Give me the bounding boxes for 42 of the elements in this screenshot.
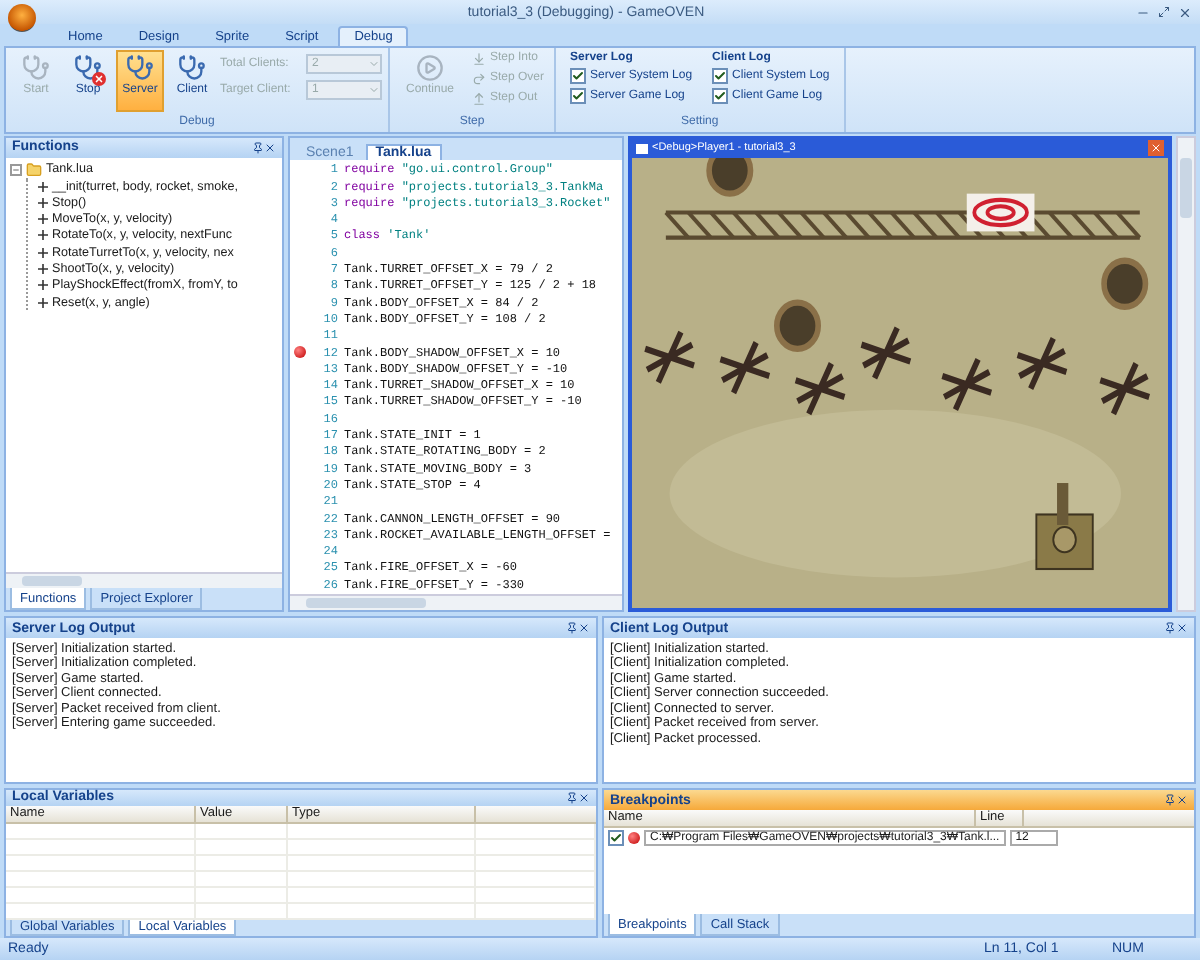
scrollbar[interactable] [1176, 135, 1196, 613]
checkbox[interactable] [570, 87, 587, 104]
method-icon [38, 230, 48, 241]
stethoscope-icon [178, 53, 206, 82]
method-icon [38, 264, 48, 275]
close-icon[interactable] [578, 791, 590, 804]
method-icon [38, 214, 48, 225]
step-icon [472, 51, 486, 66]
method-icon [38, 247, 48, 258]
checkbox[interactable] [712, 87, 729, 104]
pin-icon[interactable] [566, 791, 578, 804]
method-icon [38, 297, 48, 308]
checkbox[interactable] [712, 67, 729, 84]
checkbox[interactable] [570, 67, 587, 84]
pin-icon[interactable] [1164, 794, 1176, 807]
collapse-icon[interactable] [10, 163, 22, 176]
close-icon[interactable] [264, 141, 276, 154]
stethoscope-icon [22, 53, 50, 82]
folder-icon [26, 161, 42, 178]
stethoscope-icon [126, 53, 154, 82]
stethoscope-icon [74, 53, 102, 82]
method-icon [38, 280, 48, 291]
close-icon[interactable] [1176, 794, 1188, 807]
close-icon[interactable] [1176, 622, 1188, 635]
method-icon [38, 197, 48, 208]
app-orb-button[interactable] [8, 4, 36, 32]
step-icon [472, 91, 486, 106]
close-button[interactable] [1148, 140, 1164, 157]
scrollbar[interactable] [6, 572, 282, 589]
close-icon[interactable] [578, 622, 590, 635]
window-icon [636, 143, 648, 154]
pin-icon[interactable] [252, 141, 264, 154]
scrollbar[interactable] [290, 594, 622, 611]
close-icon[interactable] [1178, 5, 1192, 19]
breakpoint-icon [628, 832, 640, 845]
play-icon [416, 53, 444, 82]
step-icon [472, 71, 486, 86]
checkbox[interactable] [608, 830, 624, 847]
method-icon [38, 181, 48, 192]
breakpoint-marker[interactable] [294, 346, 306, 359]
pin-icon[interactable] [566, 622, 578, 635]
pin-icon[interactable] [1164, 622, 1176, 635]
